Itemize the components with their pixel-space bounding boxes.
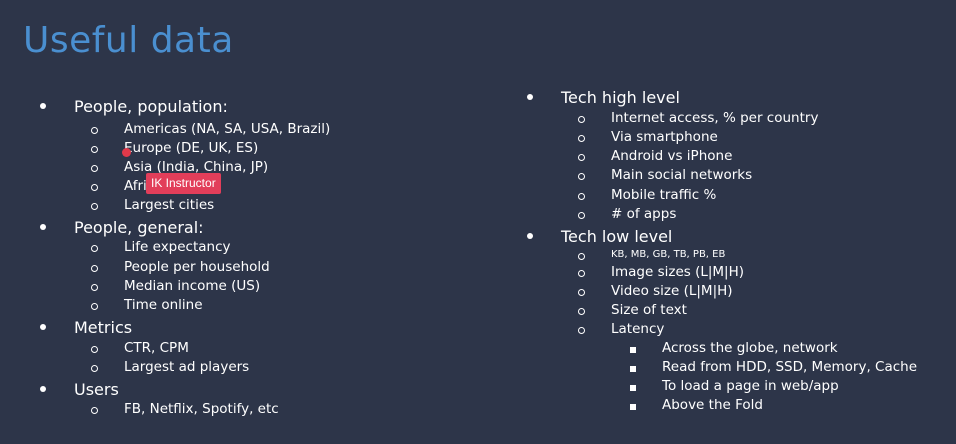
bullet-circle (578, 173, 585, 180)
bullet-circle (578, 270, 585, 277)
bullet-circle (91, 365, 98, 372)
list-item: Main social networks (611, 167, 753, 183)
list-item: Europe (DE, UK, ES) (124, 140, 259, 156)
bullet-circle (578, 253, 585, 260)
list-item: Afri (124, 178, 147, 194)
bullet-circle (91, 407, 98, 414)
list-item: Largest cities (124, 197, 215, 213)
bullet-dot (40, 324, 46, 330)
bullet-square (630, 385, 636, 391)
bullet-dot (527, 94, 533, 100)
section-heading: Users (74, 380, 119, 399)
bullet-circle (91, 303, 98, 310)
list-item: Median income (US) (124, 278, 261, 294)
bullet-dot (40, 103, 46, 109)
bullet-circle (578, 135, 585, 142)
list-item: Americas (NA, SA, USA, Brazil) (124, 121, 331, 137)
bullet-dot (527, 233, 533, 239)
bullet-circle (578, 154, 585, 161)
list-subitem: Across the globe, network (662, 340, 838, 356)
list-item: # of apps (611, 206, 677, 222)
section-heading: Metrics (74, 318, 133, 337)
bullet-circle (578, 327, 585, 334)
list-subitem: To load a page in web/app (662, 378, 839, 394)
bullet-dot (40, 224, 46, 230)
list-item: People per household (124, 259, 270, 275)
list-subitem: Read from HDD, SSD, Memory, Cache (662, 359, 918, 375)
bullet-circle (578, 116, 585, 123)
bullet-circle (91, 203, 98, 210)
bullet-circle (91, 346, 98, 353)
section-heading: Tech high level (561, 88, 680, 107)
bullet-circle (91, 146, 98, 153)
list-item: CTR, CPM (124, 340, 189, 356)
slide-title: Useful data (23, 20, 234, 61)
bullet-circle (578, 212, 585, 219)
list-item: Life expectancy (124, 239, 231, 255)
bullet-circle (578, 289, 585, 296)
bullet-circle (578, 308, 585, 315)
bullet-square (630, 347, 636, 353)
bullet-circle (578, 193, 585, 200)
bullet-circle (91, 284, 98, 291)
bullet-circle (91, 165, 98, 172)
list-subitem: Above the Fold (662, 397, 763, 413)
list-item: Latency (611, 321, 665, 337)
list-item: KB, MB, GB, TB, PB, EB (611, 249, 726, 260)
bullet-circle (91, 245, 98, 252)
list-item: Image sizes (L|M|H) (611, 264, 745, 280)
section-heading: Tech low level (561, 227, 673, 246)
bullet-circle (91, 127, 98, 134)
section-heading: People, population: (74, 97, 228, 116)
list-item: Size of text (611, 302, 687, 318)
list-item: Via smartphone (611, 129, 718, 145)
pointer-dot-icon (122, 148, 131, 157)
instructor-badge: IK Instructor (146, 173, 221, 194)
bullet-circle (91, 265, 98, 272)
list-item: Internet access, % per country (611, 110, 819, 126)
list-item: Android vs iPhone (611, 148, 733, 164)
bullet-circle (91, 184, 98, 191)
list-item: Video size (L|M|H) (611, 283, 733, 299)
bullet-square (630, 366, 636, 372)
list-item: Largest ad players (124, 359, 250, 375)
bullet-square (630, 404, 636, 410)
list-item: Time online (124, 297, 203, 313)
bullet-dot (40, 386, 46, 392)
section-heading: People, general: (74, 218, 204, 237)
list-item: FB, Netflix, Spotify, etc (124, 401, 279, 417)
list-item: Mobile traffic % (611, 187, 717, 203)
